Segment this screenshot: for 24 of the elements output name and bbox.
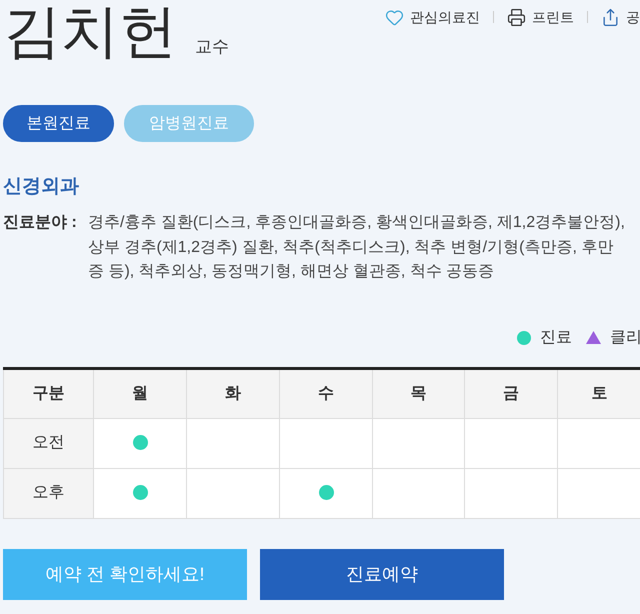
heart-icon xyxy=(385,8,404,26)
legend-label: 클리 xyxy=(610,328,640,348)
doctor-name: 김치헌 xyxy=(3,2,177,62)
specialty-text: 경추/흉추 질환(디스크, 후종인대골화증, 황색인대골화증, 제1,2경추불안정), 상부 경추(제1,2경추) 질환, 척추(척추디스크), 척추 변형/기형(측만증, 후만증 등), 척추외상, 동정맥기형, 해면상 혈관종, 척수 공동증 xyxy=(88,213,626,282)
printer-icon xyxy=(507,8,526,26)
clinic-tab[interactable]: 본원진료 xyxy=(3,105,114,142)
row-header: 오전 xyxy=(4,418,94,468)
reservation-button[interactable]: 진료예약 xyxy=(260,548,504,600)
column-header: 금 xyxy=(464,368,558,418)
department-heading: 신경외과 xyxy=(3,175,80,199)
column-header: 토 xyxy=(558,368,640,418)
column-header: 화 xyxy=(186,368,280,418)
print-action[interactable]: 프린트 xyxy=(507,7,574,27)
column-header: 구분 xyxy=(4,368,94,418)
heart-action[interactable]: 관심의료진 xyxy=(385,7,480,27)
doctor-title: 교수 xyxy=(195,36,229,58)
legend-label: 진료 xyxy=(540,328,572,348)
row-header: 오후 xyxy=(4,468,94,518)
specialty-label: 진료분야 : xyxy=(3,213,78,233)
column-header: 목 xyxy=(372,368,464,418)
share-icon xyxy=(601,8,620,26)
column-header: 수 xyxy=(280,368,372,418)
share-action[interactable]: 공 xyxy=(601,7,640,27)
column-header: 월 xyxy=(94,368,186,418)
